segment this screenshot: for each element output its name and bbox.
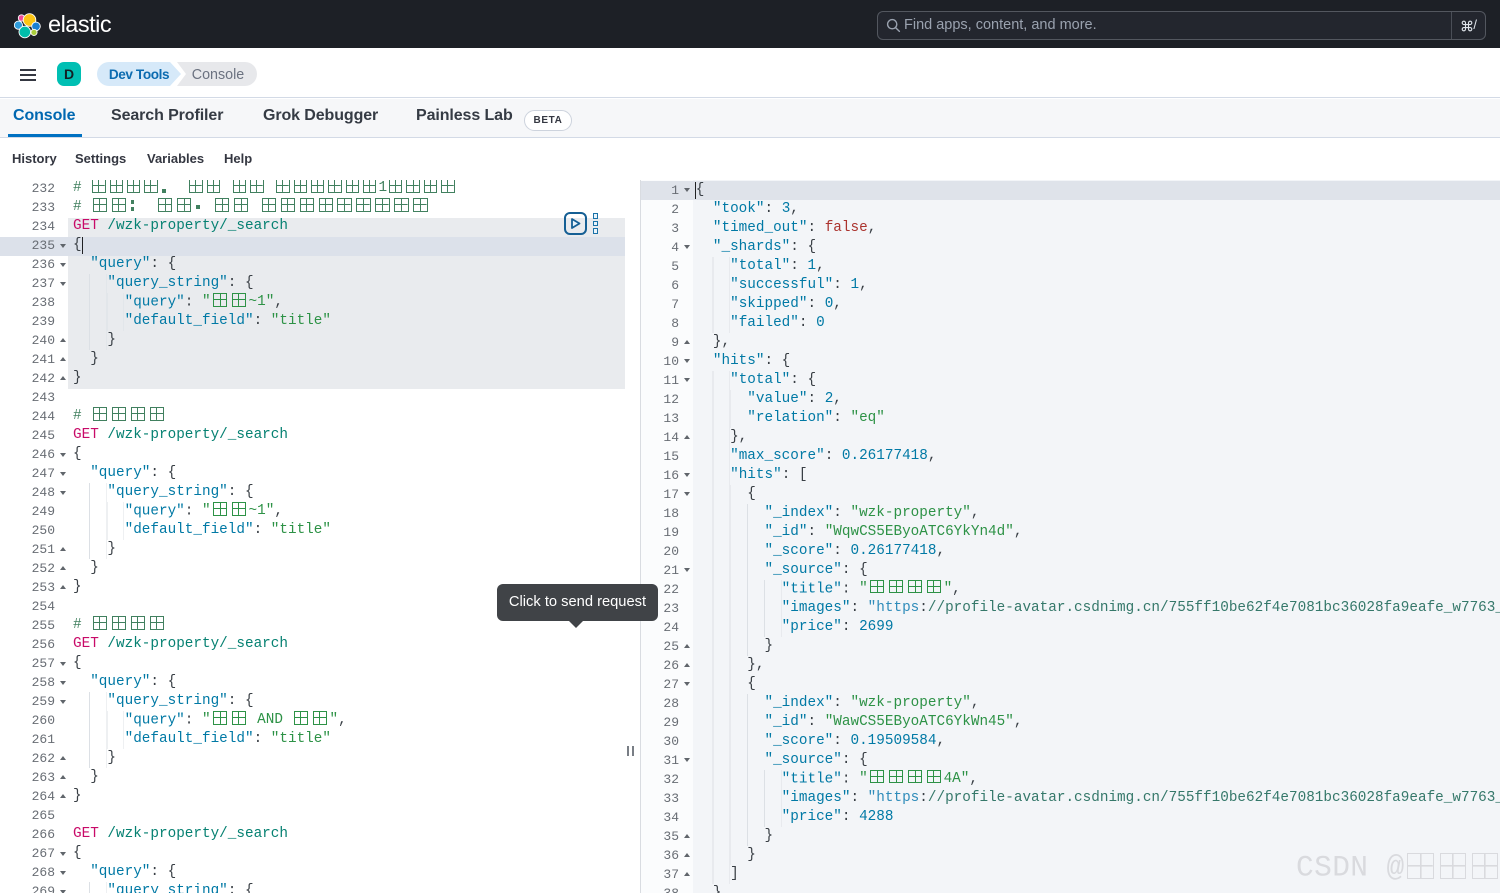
svg-text:Dev Tools: Dev Tools bbox=[109, 67, 169, 82]
svg-text:Console: Console bbox=[192, 67, 245, 83]
